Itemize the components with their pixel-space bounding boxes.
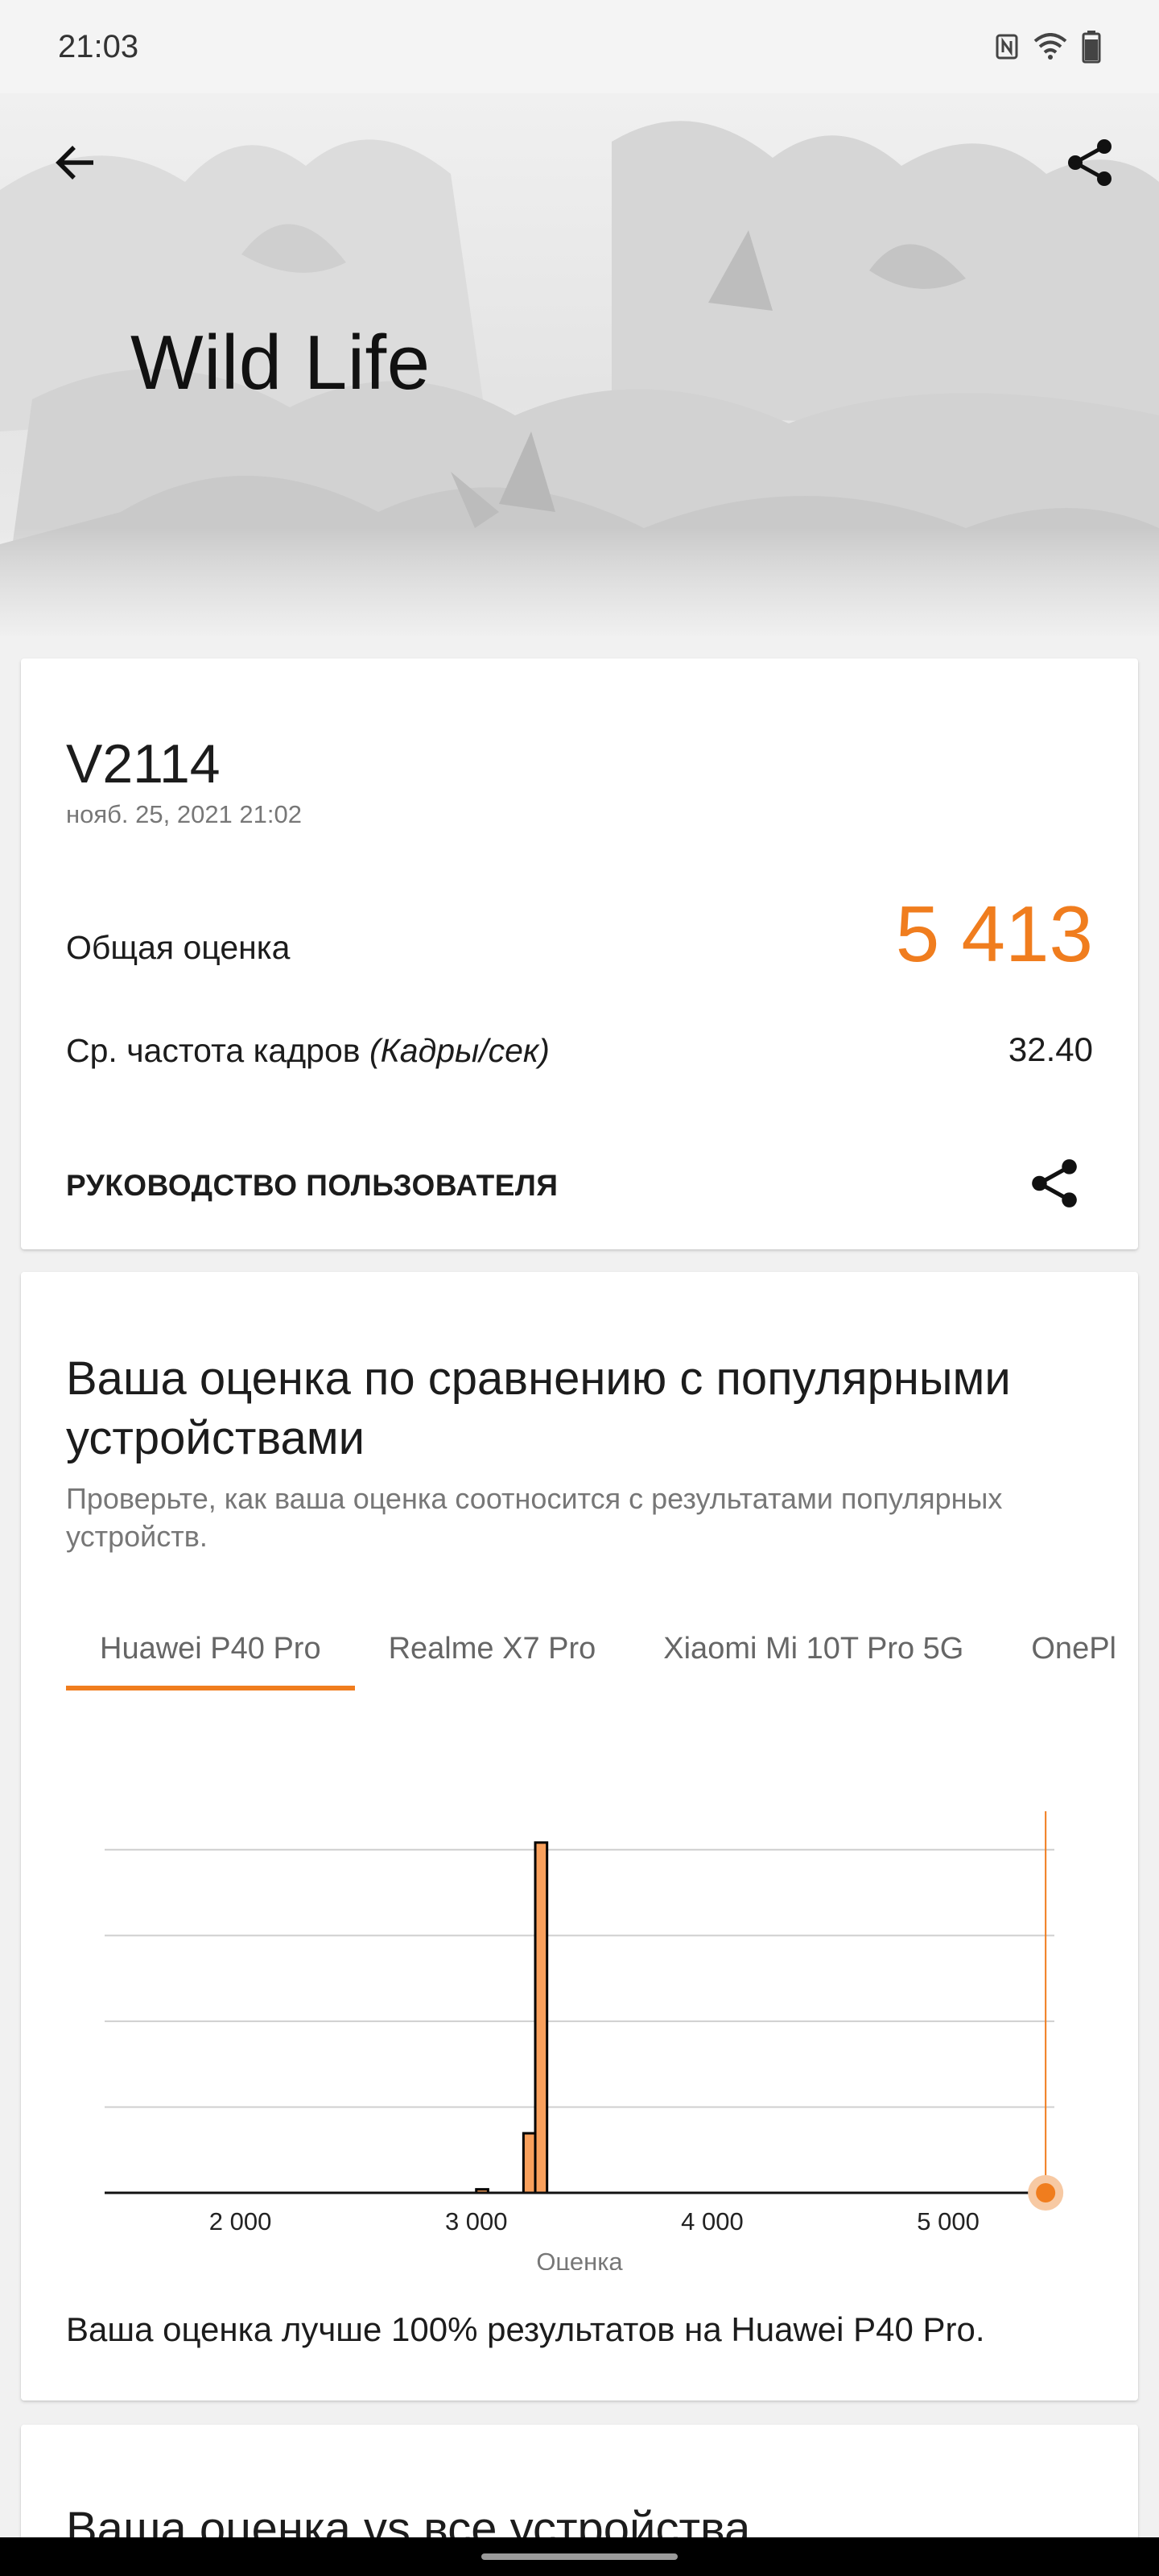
x-tick-label: 3 000	[445, 2207, 508, 2235]
overall-score-value: 5 413	[895, 890, 1093, 978]
fps-unit: (Кадры/сек)	[369, 1032, 550, 1069]
benchmark-title: Wild Life	[130, 320, 431, 406]
device-tabs: Huawei P40 Pro Realme X7 Pro Xiaomi Mi 10T…	[66, 1610, 1117, 1710]
x-axis-ticks: 2 000 3 000 4 000 5 000	[209, 2207, 980, 2235]
comparison-subtitle: Проверьте, как ваша оценка соотносится с…	[66, 1482, 1003, 1553]
your-score-marker	[1036, 2183, 1056, 2202]
status-time: 21:03	[58, 28, 139, 64]
share-button-header[interactable]	[1056, 129, 1124, 196]
wifi-icon	[1033, 33, 1067, 60]
share-result-button[interactable]	[1016, 1145, 1093, 1222]
share-icon	[1068, 139, 1112, 186]
fps-value: 32.40	[1008, 1030, 1093, 1068]
status-bar: 21:03	[0, 0, 1159, 93]
run-date: нояб. 25, 2021 21:02	[66, 800, 302, 828]
arrow-left-icon	[56, 146, 93, 180]
share-icon	[1032, 1159, 1077, 1208]
x-tick-label: 4 000	[681, 2207, 744, 2235]
chart-gridlines	[105, 1848, 1054, 2108]
tab-realme-x7-pro[interactable]: Realme X7 Pro	[355, 1610, 630, 1710]
x-tick-label: 5 000	[917, 2207, 980, 2235]
histogram-svg: 2 000 3 000 4 000 5 000 Оценка	[105, 1811, 1064, 2270]
fps-label-text: Ср. частота кадров	[66, 1032, 361, 1069]
comparison-card: Ваша оценка по сравнению с популярными у…	[21, 1272, 1138, 2401]
status-icons	[995, 30, 1101, 64]
tab-huawei-p40-pro[interactable]: Huawei P40 Pro	[66, 1610, 355, 1710]
comparison-result-text: Ваша оценка лучше 100% результатов на Hu…	[66, 2310, 985, 2348]
hero-banner: Wild Life	[0, 93, 1159, 636]
chart-bars	[475, 1841, 549, 2194]
comparison-title: Ваша оценка по сравнению с популярными у…	[66, 1352, 1011, 1464]
score-distribution-chart: 2 000 3 000 4 000 5 000 Оценка	[21, 1771, 1138, 2270]
overall-score-label: Общая оценка	[66, 929, 291, 966]
x-tick-label: 2 000	[209, 2207, 272, 2235]
x-axis-label: Оценка	[536, 2248, 623, 2270]
battery-icon	[1082, 30, 1101, 64]
navigation-bar	[0, 2537, 1159, 2576]
back-button[interactable]	[42, 129, 109, 196]
result-card: V2114 нояб. 25, 2021 21:02 Общая оценка …	[21, 658, 1138, 1249]
tab-oneplus-8-pro[interactable]: OnePlus 8 Pro	[997, 1610, 1117, 1710]
device-name: V2114	[66, 733, 221, 795]
tab-xiaomi-mi-10t-pro-5g[interactable]: Xiaomi Mi 10T Pro 5G	[629, 1610, 997, 1710]
nfc-icon	[995, 33, 1019, 60]
fps-label: Ср. частота кадров (Кадры/сек)	[66, 1032, 550, 1070]
histogram-bar-5	[522, 2132, 537, 2194]
histogram-bar-6	[534, 1841, 549, 2194]
user-guide-link[interactable]: РУКОВОДСТВО ПОЛЬЗОВАТЕЛЯ	[66, 1169, 558, 1203]
home-gesture-handle[interactable]	[481, 2553, 678, 2560]
